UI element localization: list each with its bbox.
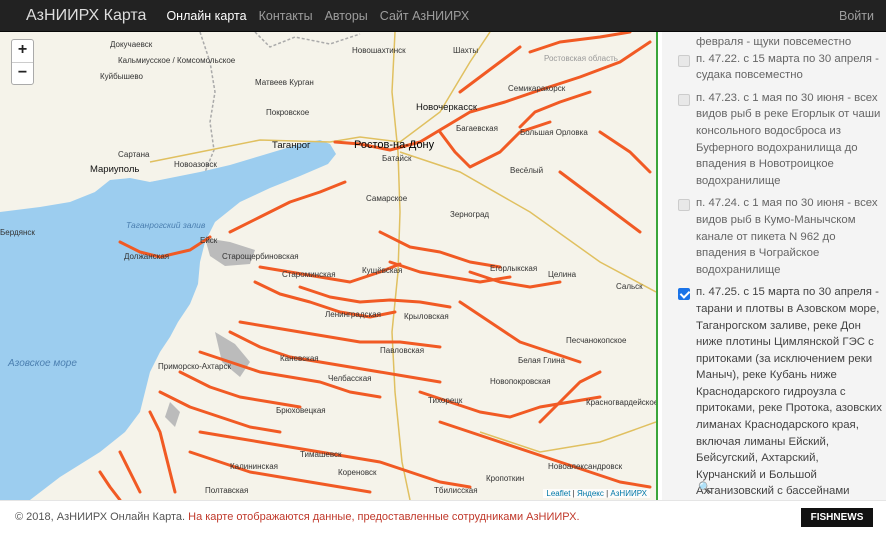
map-label: Новоалександровск (548, 462, 623, 471)
panel-divider (656, 32, 658, 500)
map-label: Сальск (616, 282, 643, 291)
rule-checkbox[interactable] (678, 54, 690, 67)
map-label: Семикаракорск (508, 84, 566, 93)
map-label: Приморско-Ахтарск (158, 362, 231, 371)
map-label: Кущёвская (362, 266, 403, 275)
rule-text: февраля - щуки повсеместно (696, 36, 852, 48)
nav-contacts[interactable]: Контакты (253, 9, 319, 23)
nav-online-map[interactable]: Онлайн карта (160, 9, 252, 23)
zoom-control: + − (11, 39, 34, 85)
nav-site[interactable]: Сайт АзНИИРХ (374, 9, 475, 23)
brand-logo[interactable]: АзНИИРХ Карта (0, 7, 160, 25)
map-label: Батайск (382, 154, 412, 163)
rule-checkbox-checked[interactable] (678, 288, 690, 301)
map-label: Каневская (280, 354, 319, 363)
org-link[interactable]: АзНИИРХ (610, 489, 647, 498)
rule-item: февраля - щуки повсеместно (662, 34, 886, 51)
rule-text: п. 47.25. с 15 марта по 30 апреля - тара… (696, 286, 882, 498)
map-label: Ленинградская (325, 310, 381, 319)
map-label: Белая Глина (518, 356, 565, 365)
map-label: Большая Орловка (520, 128, 588, 137)
map-label: Ростов-на-Дону (354, 139, 435, 151)
footer-text: © 2018, АзНИИРХ Онлайн Карта. На карте о… (15, 511, 580, 523)
map-label: Тихорецк (428, 396, 463, 405)
map-label: Самарское (366, 194, 408, 203)
map-label: Староминская (282, 270, 336, 279)
map-label: Матвеев Курган (255, 78, 314, 87)
map-label: Весёлый (510, 166, 544, 175)
rule-checkbox[interactable] (678, 199, 690, 212)
map-label: Тимашевск (300, 450, 342, 459)
logo-part-a: FISH (810, 512, 834, 523)
map-label: Новошахтинск (352, 46, 406, 55)
map-label: Целина (548, 270, 577, 279)
copyright: © 2018, АзНИИРХ Онлайн Карта. (15, 511, 186, 523)
map-label: Должанская (124, 252, 170, 261)
zoom-in-button[interactable]: + (12, 40, 33, 62)
map-label: Полтавская (205, 486, 249, 495)
map-label: Новопокровская (490, 377, 551, 386)
map-label: Таганрогский залив (126, 220, 206, 230)
map-label: Брюховецкая (276, 406, 326, 415)
map-label: Мариуполь (90, 164, 140, 175)
map-label: Старощербиновская (222, 252, 299, 261)
footer: © 2018, АзНИИРХ Онлайн Карта. На карте о… (0, 500, 886, 533)
map-label: Кальмиусское / Комсомольское (118, 56, 236, 65)
zoom-out-button[interactable]: − (12, 62, 33, 84)
logo-part-b: NEWS (833, 512, 864, 523)
rule-checkbox[interactable] (678, 93, 690, 106)
map-label: Сартана (118, 150, 150, 159)
rule-text: п. 47.23. с 1 мая по 30 июня - всех видо… (696, 91, 881, 187)
map-label: Куйбышево (100, 72, 143, 81)
login-link[interactable]: Войти (839, 9, 874, 23)
map-label: Покровское (266, 108, 310, 117)
map-attribution: Leaflet | Яндекс | АзНИИРХ (543, 489, 650, 498)
rules-panel[interactable]: февраля - щуки повсеместно п. 47.22. с 1… (662, 32, 886, 500)
map-label: Багаевская (456, 124, 498, 133)
map-label: Павловская (380, 346, 425, 355)
rule-text: п. 47.22. с 15 марта по 30 апреля - суда… (696, 52, 879, 82)
map-label: Песчанокопское (566, 336, 627, 345)
map-label: Егорлыкская (490, 264, 538, 273)
map-canvas[interactable]: + − Докучаевск Кальмиусское / Комсомольс… (0, 32, 656, 500)
map-label: Крыловская (404, 312, 449, 321)
top-navbar: АзНИИРХ Карта Онлайн карта Контакты Авто… (0, 0, 886, 32)
rule-item: п. 47.22. с 15 марта по 30 апреля - суда… (662, 51, 886, 84)
map-graphics (0, 32, 656, 500)
map-label: Шахты (453, 46, 479, 55)
map-label: Ейск (200, 236, 218, 245)
footer-notice: На карте отображаются данные, предоставл… (188, 511, 580, 523)
rule-text: п. 47.24. с 1 мая по 30 июня - всех видо… (696, 197, 878, 276)
search-icon[interactable]: 🔍 (698, 481, 712, 494)
rule-item: п. 47.25. с 15 марта по 30 апреля - тара… (662, 284, 886, 500)
liman-area (165, 402, 180, 427)
map-label: Калининская (230, 462, 279, 471)
map-label: Новоазовск (174, 160, 217, 169)
fishnews-logo[interactable]: FISHNEWS (801, 508, 873, 527)
map-label: Тбилисская (434, 486, 478, 495)
map-label: Кропоткин (486, 474, 525, 483)
leaflet-link[interactable]: Leaflet (546, 489, 570, 498)
map-label: Докучаевск (110, 40, 153, 49)
map-label: Новочеркасск (416, 102, 477, 113)
nav-authors[interactable]: Авторы (319, 9, 374, 23)
map-label: Челбасская (328, 374, 372, 383)
map-label: Таганрог (272, 140, 311, 151)
yandex-link[interactable]: Яндекс (577, 489, 604, 498)
map-label: Бердянск (0, 228, 35, 237)
map-label: Ростовская область (544, 54, 618, 63)
map-label: Зерноград (450, 210, 490, 219)
map-label: Азовское море (8, 358, 77, 369)
map-label: Красногвардейское (586, 398, 656, 407)
map-label: Кореновск (338, 468, 377, 477)
rule-item: п. 47.24. с 1 мая по 30 июня - всех видо… (662, 195, 886, 278)
rule-item: п. 47.23. с 1 мая по 30 июня - всех видо… (662, 90, 886, 190)
